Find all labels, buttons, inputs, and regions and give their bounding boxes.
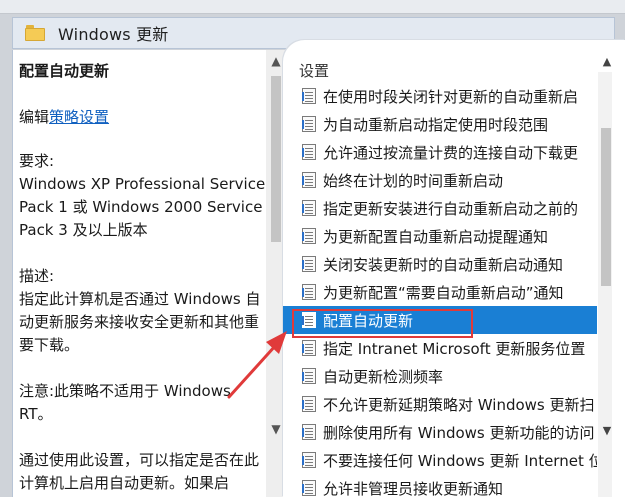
chevron-down-icon[interactable]: ▼ xyxy=(599,422,615,440)
setting-label: 允许非管理员接收更新通知 xyxy=(323,479,504,497)
setting-row[interactable]: 为自动重新启动指定使用时段范围 xyxy=(283,110,597,138)
setting-label: 始终在计划的时间重新启动 xyxy=(323,171,504,190)
description-label: 描述: xyxy=(19,267,55,285)
edit-prefix: 编辑 xyxy=(19,108,50,126)
requirements-text: Windows XP Professional Service Pack 1 或… xyxy=(19,175,266,239)
chevron-up-icon[interactable]: ▲ xyxy=(599,53,615,71)
policy-setting-icon xyxy=(302,88,316,104)
settings-list-pane: 设置 ▲ ▼ 在使用时段关闭针对更新的自动重新启 为自动重新启动指定使用时段范围允… xyxy=(283,40,625,497)
setting-row[interactable]: 始终在计划的时间重新启动 xyxy=(283,166,597,194)
policy-setting-icon xyxy=(302,200,316,216)
setting-label: 为自动重新启动指定使用时段范围 xyxy=(323,115,549,134)
setting-row[interactable]: 指定 Intranet Microsoft 更新服务位置 xyxy=(283,334,597,362)
note-text: 注意:此策略不适用于 Windows RT。 xyxy=(19,382,231,423)
description-text: 指定此计算机是否通过 Windows 自动更新服务来接收安全更新和其他重要下载。 xyxy=(19,290,261,354)
settings-scroll-thumb[interactable] xyxy=(601,128,611,286)
top-strip xyxy=(0,0,625,14)
category-title: Windows 更新 xyxy=(58,25,169,44)
setting-row[interactable]: 允许通过按流量计费的连接自动下载更 xyxy=(283,138,597,166)
policy-setting-icon xyxy=(302,312,316,328)
policy-setting-icon xyxy=(302,368,316,384)
policy-setting-icon xyxy=(302,424,316,440)
policy-setting-icon xyxy=(302,228,316,244)
policy-setting-icon xyxy=(302,396,316,412)
edit-line: 编辑策略设置 xyxy=(19,106,269,129)
setting-label: 为更新配置“需要自动重新启动”通知 xyxy=(323,283,564,302)
setting-row[interactable]: 允许非管理员接收更新通知 xyxy=(283,474,597,497)
policy-setting-icon xyxy=(302,452,316,468)
usage-text: 通过使用此设置，可以指定是否在此计算机上启用自动更新。如果启 xyxy=(19,451,260,492)
setting-row[interactable]: 不要连接任何 Windows 更新 Internet 位 xyxy=(283,446,597,474)
policy-settings-link[interactable]: 策略设置 xyxy=(49,108,109,126)
settings-column-header[interactable]: 设置 xyxy=(299,60,329,81)
policy-setting-icon xyxy=(302,284,316,300)
setting-row[interactable]: 为更新配置自动重新启动提醒通知 xyxy=(283,222,597,250)
setting-row[interactable]: 自动更新检测频率 xyxy=(283,362,597,390)
requirements-label: 要求: xyxy=(19,152,55,170)
setting-label: 删除使用所有 Windows 更新功能的访问 xyxy=(323,423,595,442)
setting-row[interactable]: 配置自动更新 xyxy=(283,306,597,334)
policy-setting-icon xyxy=(302,256,316,272)
setting-label: 为更新配置自动重新启动提醒通知 xyxy=(323,227,549,246)
setting-label: 配置自动更新 xyxy=(323,311,414,330)
policy-setting-icon xyxy=(302,116,316,132)
setting-label: 指定更新安装进行自动重新启动之前的 xyxy=(323,199,579,218)
policy-setting-icon xyxy=(302,172,316,188)
setting-label: 允许通过按流量计费的连接自动下载更 xyxy=(323,143,579,162)
description-scroll-thumb[interactable] xyxy=(271,76,281,242)
policy-title: 配置自动更新 xyxy=(19,62,110,80)
setting-row[interactable]: 不允许更新延期策略对 Windows 更新扫 xyxy=(283,390,597,418)
setting-label: 自动更新检测频率 xyxy=(323,367,444,386)
setting-label: 不要连接任何 Windows 更新 Internet 位 xyxy=(323,451,597,470)
settings-list: 在使用时段关闭针对更新的自动重新启 为自动重新启动指定使用时段范围允许通过按流量计… xyxy=(283,82,597,497)
policy-setting-icon xyxy=(302,144,316,160)
setting-row[interactable]: 删除使用所有 Windows 更新功能的访问 xyxy=(283,418,597,446)
setting-label: 不允许更新延期策略对 Windows 更新扫 xyxy=(323,395,595,414)
setting-row[interactable]: 指定更新安装进行自动重新启动之前的 xyxy=(283,194,597,222)
policy-setting-icon xyxy=(302,480,316,496)
description-content: 配置自动更新 编辑策略设置 要求: Windows XP Professiona… xyxy=(19,60,269,497)
setting-row[interactable]: 在使用时段关闭针对更新的自动重新启 xyxy=(283,82,597,110)
setting-row[interactable]: 关闭安装更新时的自动重新启动通知 xyxy=(283,250,597,278)
setting-label: 关闭安装更新时的自动重新启动通知 xyxy=(323,255,564,274)
policy-setting-icon xyxy=(302,340,316,356)
setting-label: 指定 Intranet Microsoft 更新服务位置 xyxy=(323,339,586,358)
setting-label: 在使用时段关闭针对更新的自动重新启 xyxy=(323,87,579,106)
setting-row[interactable]: 为更新配置“需要自动重新启动”通知 xyxy=(283,278,597,306)
folder-icon xyxy=(25,25,45,41)
description-pane: 配置自动更新 编辑策略设置 要求: Windows XP Professiona… xyxy=(12,50,295,497)
